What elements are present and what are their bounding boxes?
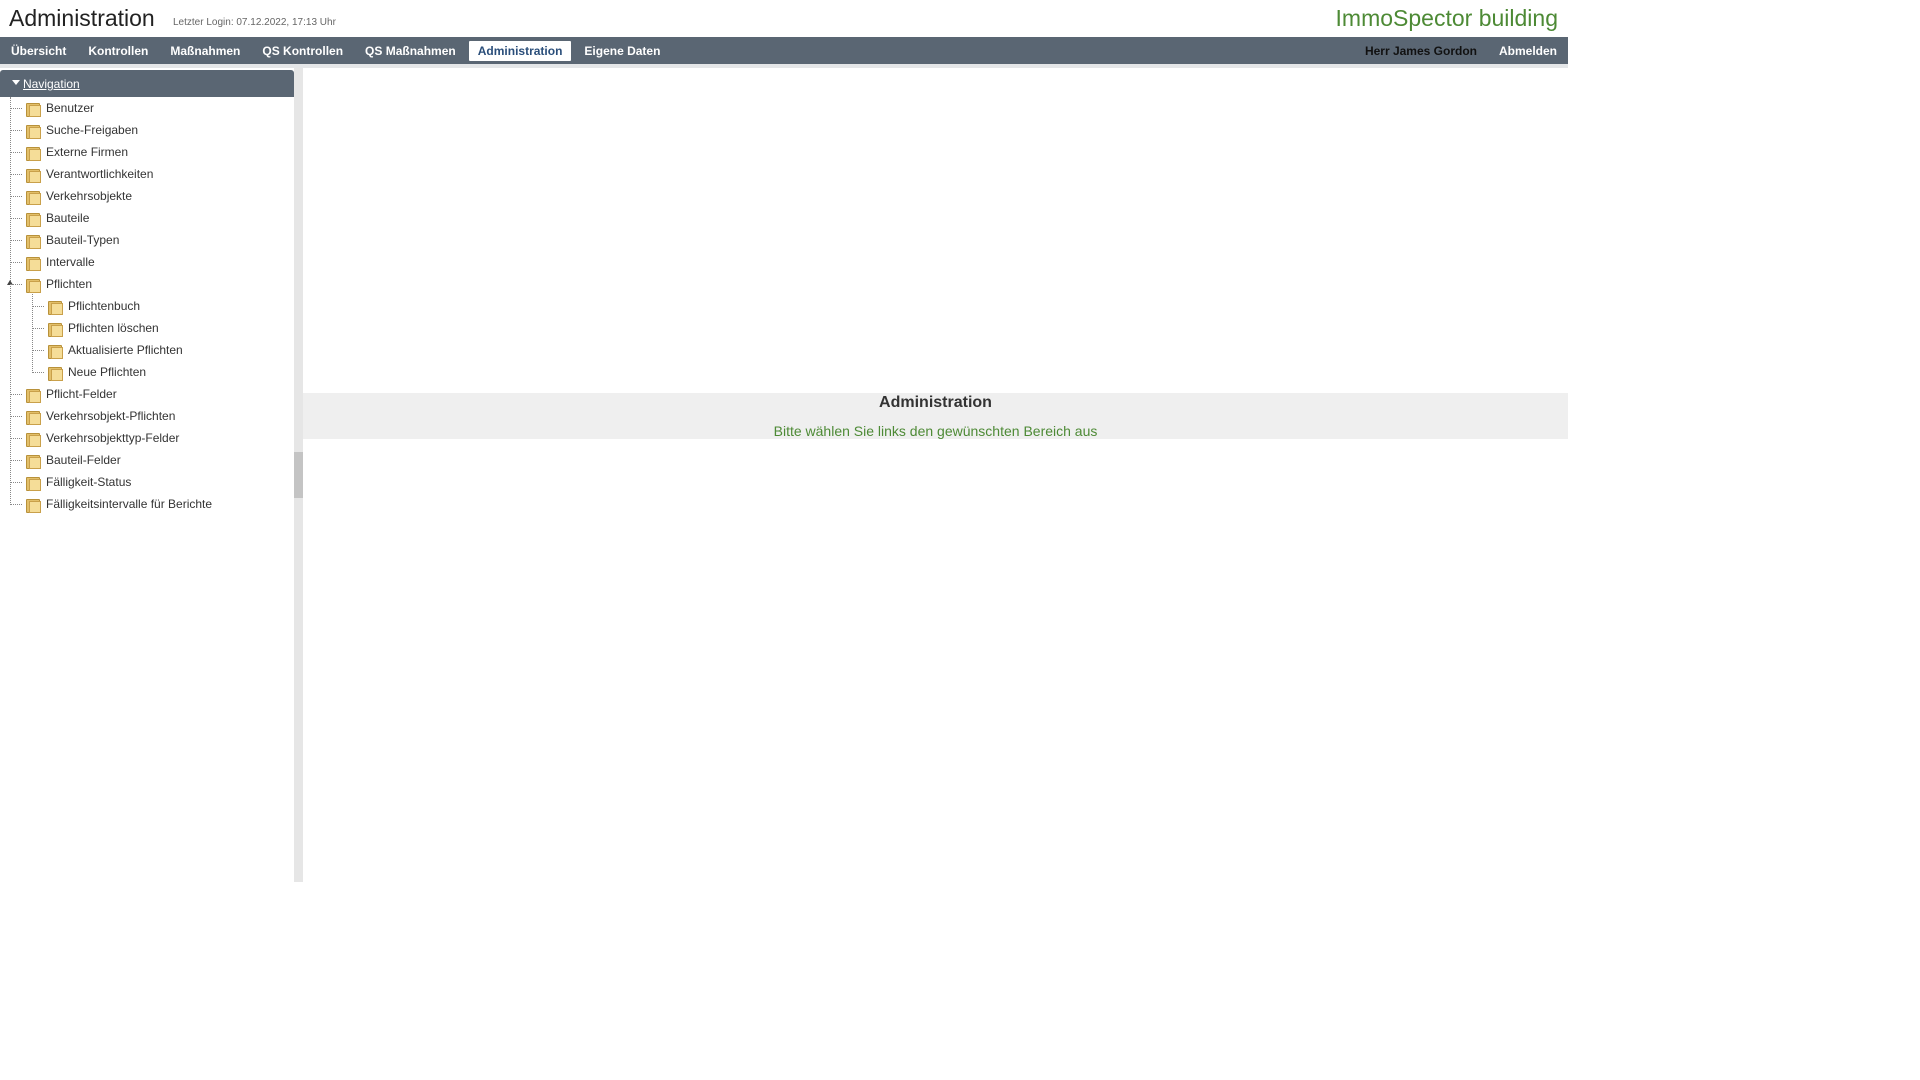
tree-item-verantwortlichkeiten[interactable]: Verantwortlichkeiten <box>10 163 153 185</box>
folder-icon <box>26 124 41 139</box>
last-login-info: Letzter Login: 07.12.2022, 17:13 Uhr <box>173 17 336 28</box>
tree-item-label: Verkehrsobjekttyp-Felder <box>46 431 180 445</box>
tree-item-label: Bauteile <box>46 211 90 225</box>
tree-item-neue-pflichten[interactable]: Neue Pflichten <box>32 361 146 383</box>
tree-item-label: Bauteil-Felder <box>46 453 121 467</box>
folder-icon <box>26 146 41 161</box>
tree-item-verkehrsobjekt-pflichten[interactable]: Verkehrsobjekt-Pflichten <box>10 405 175 427</box>
folder-icon <box>26 168 41 183</box>
folder-icon <box>26 102 41 117</box>
tree-item-label: Verantwortlichkeiten <box>46 167 154 181</box>
tree-item-label: Bauteil-Typen <box>46 233 120 247</box>
tree-item-benutzer[interactable]: Benutzer <box>10 97 94 119</box>
folder-icon <box>26 410 41 425</box>
menu-item-massnahmen[interactable]: Maßnahmen <box>161 41 249 61</box>
content-hint: Bitte wählen Sie links den gewünschten B… <box>773 423 1098 439</box>
tree-item-pflicht-felder[interactable]: Pflicht-Felder <box>10 383 117 405</box>
menu-item-kontrollen[interactable]: Kontrollen <box>79 41 157 61</box>
tree-item-label: Verkehrsobjekte <box>46 189 133 203</box>
menu-item-uebersicht[interactable]: Übersicht <box>2 41 75 61</box>
logout-button[interactable]: Abmelden <box>1490 41 1566 61</box>
tree-item-label: Fälligkeit-Status <box>46 475 132 489</box>
tree-item-externe-firmen[interactable]: Externe Firmen <box>10 141 128 163</box>
page-title: Administration <box>9 5 155 31</box>
menu-item-qs-massnahmen[interactable]: QS Maßnahmen <box>356 41 465 61</box>
tree-item-bauteil-felder[interactable]: Bauteil-Felder <box>10 449 121 471</box>
navigation-header[interactable]: Navigation <box>0 70 294 97</box>
tree-item-label: Benutzer <box>46 101 95 115</box>
tree-item-label: Neue Pflichten <box>68 365 147 379</box>
tree-item-label: Pflichten <box>46 277 93 291</box>
tree-item-intervalle[interactable]: Intervalle <box>10 251 95 273</box>
app-header: Administration Letzter Login: 07.12.2022… <box>0 0 1568 37</box>
tree-item-label: Verkehrsobjekt-Pflichten <box>46 409 176 423</box>
splitter-handle[interactable] <box>294 452 303 498</box>
menu-item-administration[interactable]: Administration <box>468 40 572 61</box>
tree-item-bauteil-typen[interactable]: Bauteil-Typen <box>10 229 119 251</box>
tree-item-verkehrsobjekte[interactable]: Verkehrsobjekte <box>10 185 132 207</box>
folder-icon <box>26 432 41 447</box>
navigation-title-link[interactable]: Navigation <box>23 77 80 91</box>
collapse-caret-icon[interactable] <box>12 80 20 85</box>
folder-icon <box>48 300 63 315</box>
tree-item-label: Pflicht-Felder <box>46 387 117 401</box>
tree-item-faelligkeitsintervalle-berichte[interactable]: Fälligkeitsintervalle für Berichte <box>10 493 212 515</box>
tree-item-label: Aktualisierte Pflichten <box>68 343 183 357</box>
brand-logo-text: ImmoSpector building <box>1335 5 1558 31</box>
folder-icon <box>26 190 41 205</box>
folder-icon <box>48 366 63 381</box>
info-banner: Administration Bitte wählen Sie links de… <box>303 393 1568 439</box>
main-menu-bar: Übersicht Kontrollen Maßnahmen QS Kontro… <box>0 37 1568 64</box>
tree-item-label: Pflichtenbuch <box>68 299 141 313</box>
menu-item-eigene-daten[interactable]: Eigene Daten <box>575 41 669 61</box>
folder-icon <box>26 476 41 491</box>
tree-item-pflichten-loeschen[interactable]: Pflichten löschen <box>32 317 159 339</box>
tree-item-pflichtenbuch[interactable]: Pflichtenbuch <box>32 295 140 317</box>
folder-icon <box>26 234 41 249</box>
current-user-name: Herr James Gordon <box>1364 43 1477 58</box>
folder-icon <box>26 388 41 403</box>
menu-item-qs-kontrollen[interactable]: QS Kontrollen <box>253 41 352 61</box>
folder-icon <box>48 322 63 337</box>
folder-icon <box>26 454 41 469</box>
folder-icon <box>26 278 41 293</box>
folder-icon <box>26 212 41 227</box>
tree-item-bauteile[interactable]: Bauteile <box>10 207 89 229</box>
folder-icon <box>26 256 41 271</box>
content-title: Administration <box>879 394 992 411</box>
tree-item-label: Intervalle <box>46 255 95 269</box>
tree-item-faelligkeit-status[interactable]: Fälligkeit-Status <box>10 471 131 493</box>
tree-item-verkehrsobjekttyp-felder[interactable]: Verkehrsobjekttyp-Felder <box>10 427 179 449</box>
tree-item-label: Pflichten löschen <box>68 321 159 335</box>
tree-item-suche-freigaben[interactable]: Suche-Freigaben <box>10 119 138 141</box>
tree-item-aktualisierte-pflichten[interactable]: Aktualisierte Pflichten <box>32 339 183 361</box>
tree-item-label: Fälligkeitsintervalle für Berichte <box>46 497 213 511</box>
navigation-panel: Navigation Benutzer Suche-Freigaben Exte… <box>0 68 294 882</box>
tree-item-label: Suche-Freigaben <box>46 123 139 137</box>
tree-item-label: Externe Firmen <box>46 145 129 159</box>
main-content-area: Administration Bitte wählen Sie links de… <box>303 68 1568 882</box>
folder-icon <box>26 498 41 513</box>
tree-item-pflichten[interactable]: Pflichten <box>10 273 92 295</box>
folder-icon <box>48 344 63 359</box>
